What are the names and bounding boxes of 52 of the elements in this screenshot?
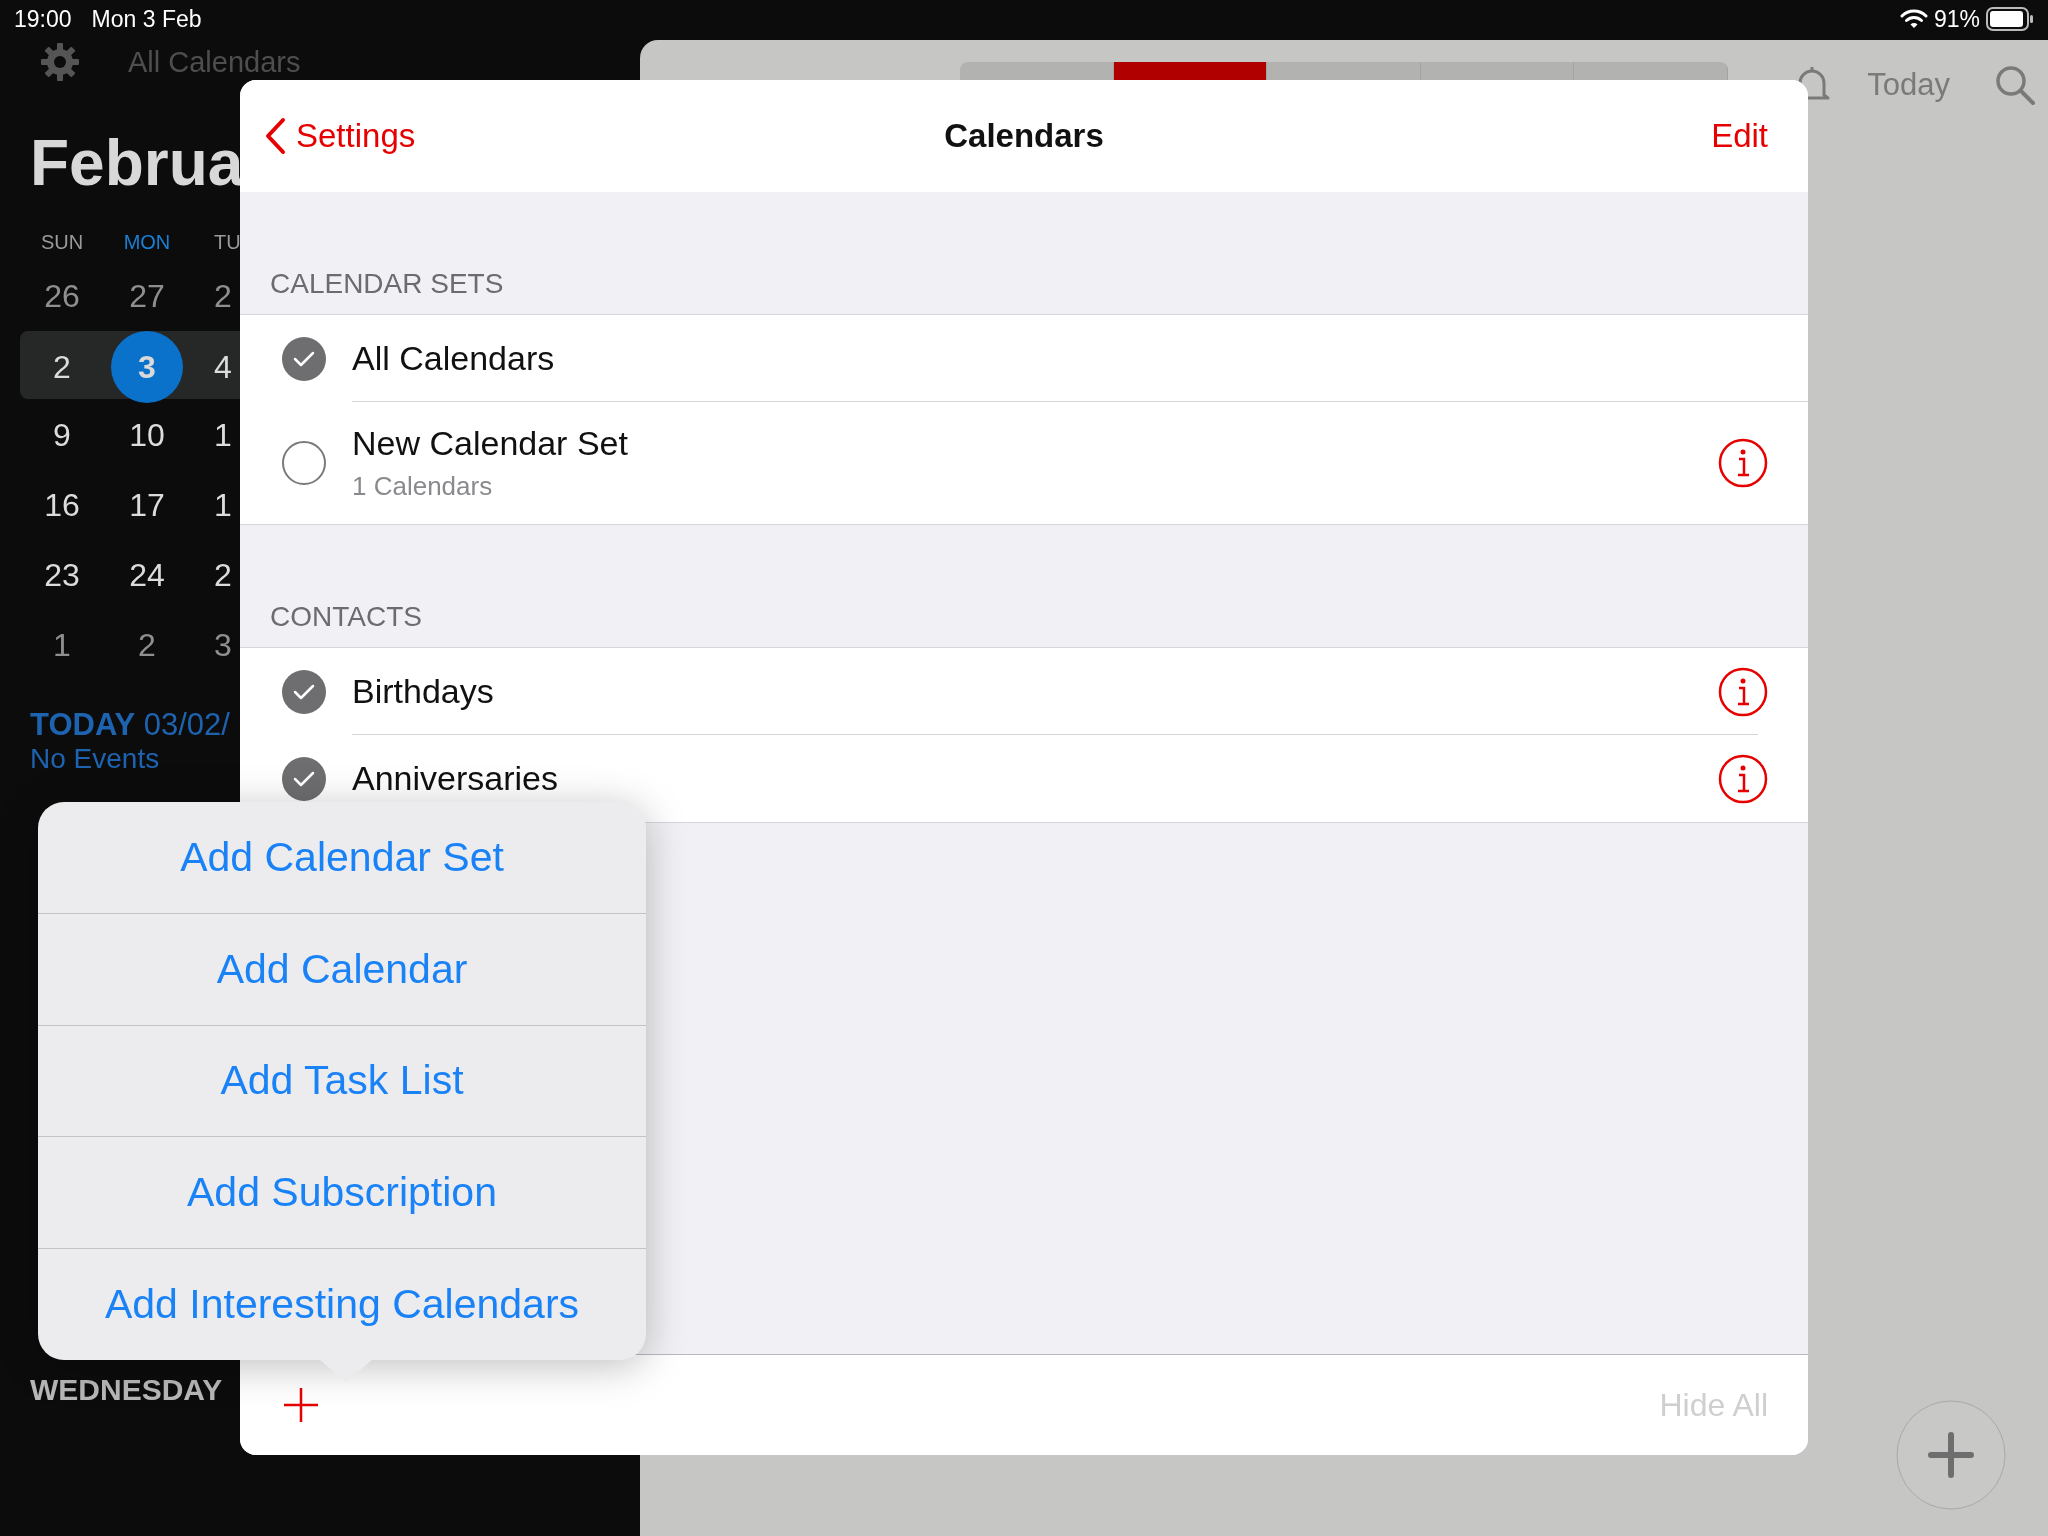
calendar-name: New Calendar Set	[352, 424, 628, 463]
battery-icon	[1986, 7, 2034, 31]
calendar-name: Birthdays	[352, 671, 494, 711]
back-button[interactable]: Settings	[264, 117, 416, 155]
menu-item[interactable]: Add Interesting Calendars	[38, 1249, 646, 1360]
battery-percentage: 91%	[1933, 5, 1980, 33]
day-number[interactable]: 3	[190, 609, 232, 681]
add-icon[interactable]	[283, 1387, 319, 1423]
calendar-row[interactable]: New Calendar Set 1 Calendars	[240, 402, 1808, 524]
day-number[interactable]: 27	[111, 260, 183, 332]
calendar-row[interactable]: Birthdays	[240, 648, 1808, 735]
today-date-heading: TODAY 03/02/	[30, 707, 231, 743]
menu-item[interactable]: Add Calendar Set	[38, 802, 646, 914]
wifi-icon	[1899, 8, 1928, 30]
settings-icon[interactable]	[38, 40, 82, 84]
info-icon[interactable]	[1718, 666, 1768, 717]
weekday-label: MON	[123, 230, 171, 254]
calendar-name: All Calendars	[352, 338, 555, 378]
no-events-text: No Events	[30, 743, 160, 775]
day-number[interactable]: 1	[190, 469, 232, 541]
month-title: Februa	[30, 126, 240, 200]
day-number[interactable]: 24	[111, 539, 183, 611]
checked-circle-icon[interactable]	[282, 336, 326, 381]
day-heading: WEDNESDAY	[30, 1373, 223, 1407]
chevron-left-icon[interactable]	[264, 117, 286, 155]
menu-item[interactable]: Add Calendar	[38, 913, 646, 1026]
empty-circle-icon[interactable]	[282, 441, 326, 485]
status-date: Mon 3 Feb	[91, 5, 202, 33]
day-number[interactable]: 26	[40, 260, 84, 332]
selected-day[interactable]: 3	[111, 331, 183, 403]
edit-button[interactable]: Edit	[1711, 117, 1768, 155]
day-number[interactable]: 2	[190, 539, 232, 611]
day-number[interactable]: 2	[111, 609, 183, 681]
menu-item[interactable]: Add Task List	[38, 1025, 646, 1138]
day-number[interactable]: 23	[40, 539, 84, 611]
add-event-button[interactable]	[1896, 1400, 2006, 1510]
status-time: 19:00	[14, 5, 72, 33]
day-number[interactable]: 16	[40, 469, 84, 541]
info-icon[interactable]	[1718, 753, 1768, 804]
weekday-label: SUN	[40, 230, 84, 254]
day-number[interactable]: 1	[40, 609, 84, 681]
checked-circle-icon[interactable]	[282, 669, 326, 714]
sheet-title: Calendars	[943, 117, 1105, 155]
checked-circle-icon[interactable]	[282, 756, 326, 801]
day-number[interactable]: 2	[190, 260, 232, 332]
calendar-count: 1 Calendars	[352, 471, 493, 502]
weekday-label: TU	[213, 230, 241, 254]
search-icon[interactable]	[1994, 64, 2036, 106]
menu-item[interactable]: Add Subscription	[38, 1137, 646, 1250]
calendar-name: Anniversaries	[352, 759, 558, 798]
info-icon[interactable]	[1718, 438, 1768, 488]
day-number[interactable]: 17	[111, 469, 183, 541]
